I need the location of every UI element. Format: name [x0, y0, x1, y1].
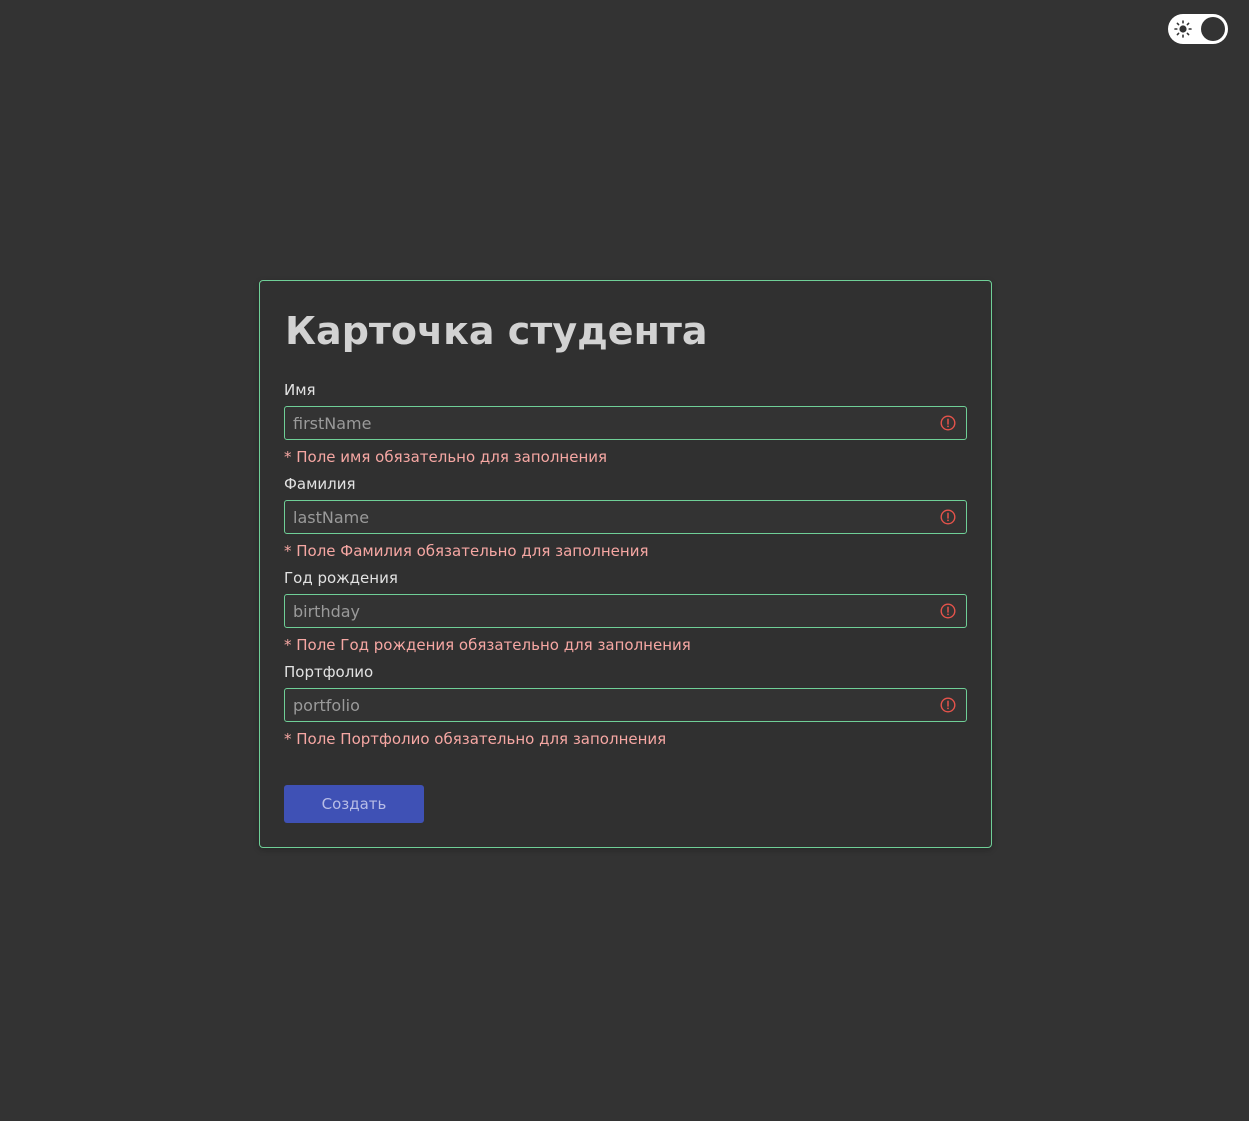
last-name-input-wrapper	[284, 500, 967, 534]
theme-toggle[interactable]	[1168, 14, 1228, 44]
portfolio-input-wrapper	[284, 688, 967, 722]
create-button[interactable]: Создать	[284, 785, 424, 823]
first-name-input[interactable]	[285, 407, 966, 439]
birthday-label: Год рождения	[284, 569, 398, 587]
last-name-field: Фамилия * Поле Фамилия обязательно для з…	[284, 474, 967, 560]
portfolio-input[interactable]	[285, 689, 966, 721]
birthday-input-wrapper	[284, 594, 967, 628]
last-name-label: Фамилия	[284, 475, 356, 493]
error-icon	[940, 603, 956, 619]
birthday-field: Год рождения * Поле Год рождения обязате…	[284, 568, 967, 654]
error-icon	[940, 415, 956, 431]
toggle-knob	[1201, 17, 1225, 41]
portfolio-field: Портфолио * Поле Портфолио обязательно д…	[284, 662, 967, 748]
first-name-field: Имя * Поле имя обязательно для заполнени…	[284, 380, 967, 466]
last-name-error: * Поле Фамилия обязательно для заполнени…	[284, 542, 649, 560]
first-name-label: Имя	[284, 381, 316, 399]
portfolio-error: * Поле Портфолио обязательно для заполне…	[284, 730, 667, 748]
sun-icon	[1174, 20, 1192, 38]
first-name-error: * Поле имя обязательно для заполнения	[284, 448, 608, 466]
portfolio-label: Портфолио	[284, 663, 374, 681]
birthday-input[interactable]	[285, 595, 966, 627]
form-title: Карточка студента	[285, 309, 708, 353]
student-card-form: Карточка студента Имя * Поле имя обязате…	[259, 280, 992, 848]
first-name-input-wrapper	[284, 406, 967, 440]
birthday-error: * Поле Год рождения обязательно для запо…	[284, 636, 691, 654]
last-name-input[interactable]	[285, 501, 966, 533]
error-icon	[940, 697, 956, 713]
error-icon	[940, 509, 956, 525]
